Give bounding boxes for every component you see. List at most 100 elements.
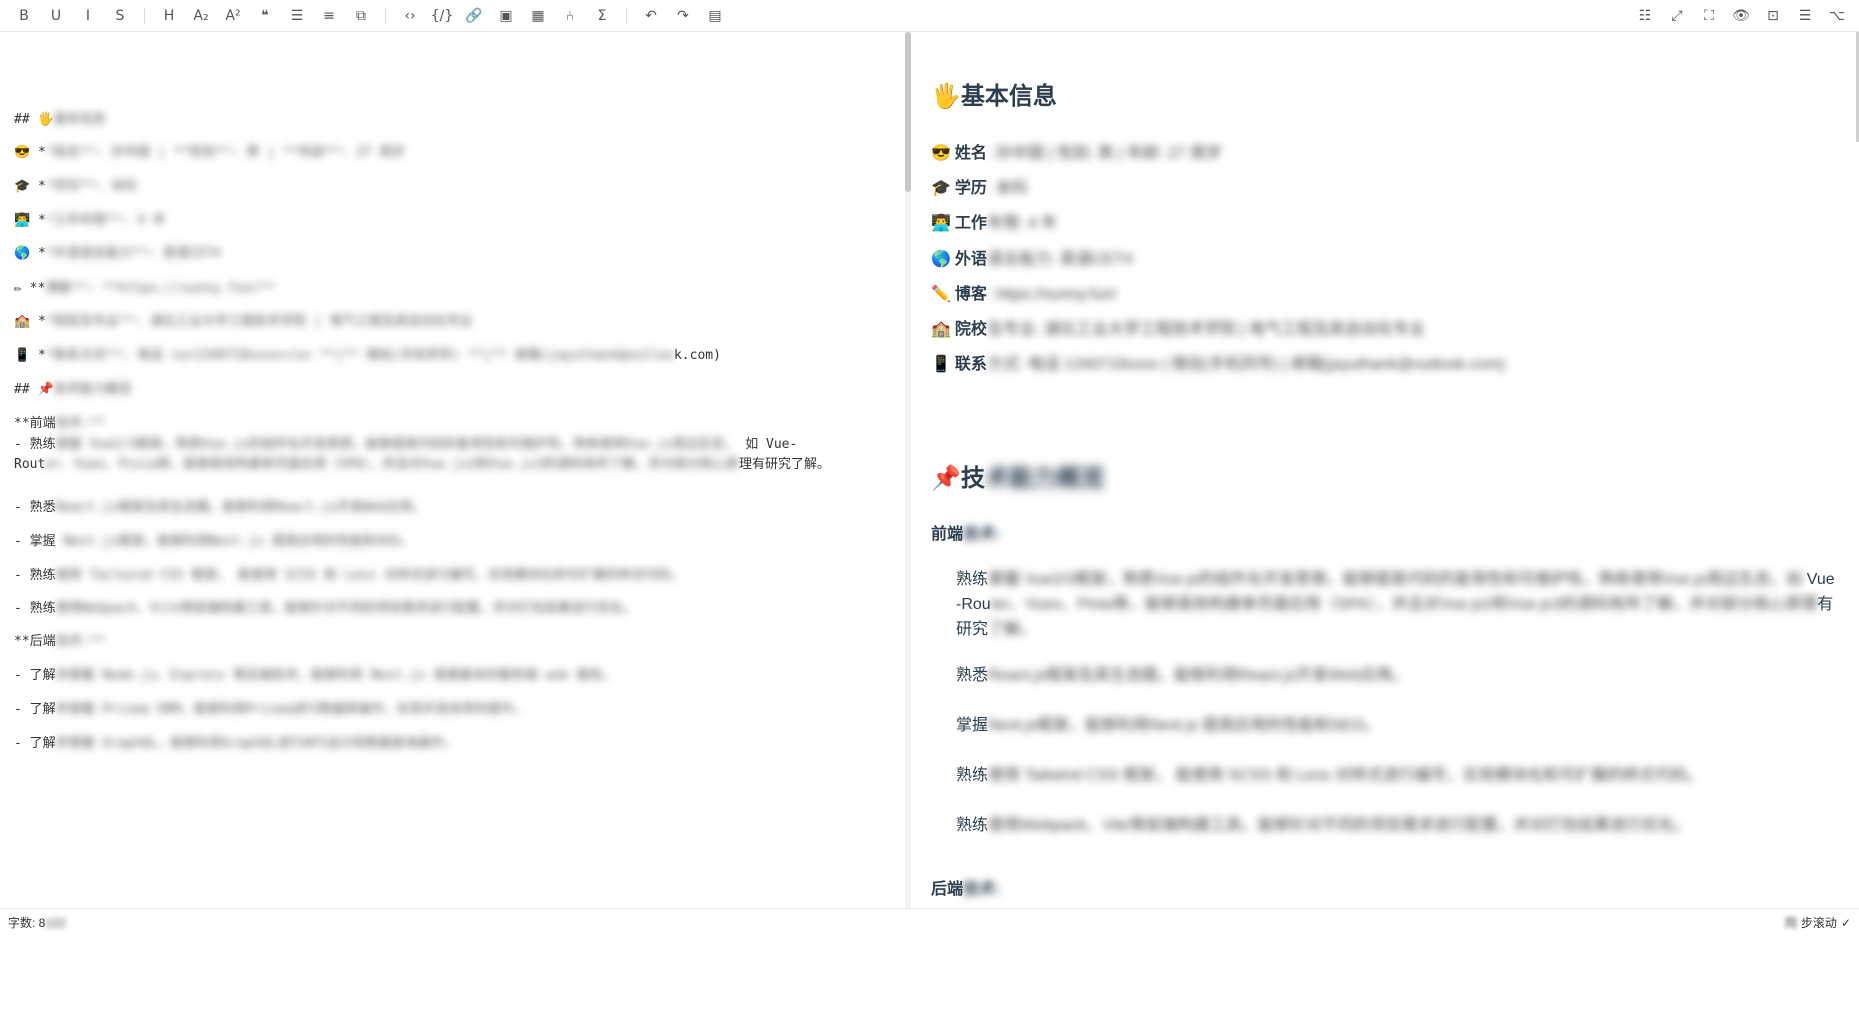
editor-line-prefix: Rout — [14, 457, 46, 472]
editor-line-prefix: - 掌握 — [14, 534, 56, 549]
html-preview-button[interactable]: ⊡ — [1757, 2, 1789, 30]
editor-line-prefix: 👨‍💻 * — [14, 213, 46, 228]
unordered-list-icon: ☰ — [290, 7, 304, 24]
catalog-button[interactable]: ☰ — [1789, 2, 1821, 30]
editor-line-suffix: k.com) — [673, 348, 721, 363]
word-count: 字数: 8122 — [8, 916, 66, 930]
image-button[interactable]: ▣ — [490, 2, 522, 30]
item-prefix: 熟悉 — [956, 667, 989, 684]
editor-line: - 熟练掌握 Vue2/3框架，熟悉Vue.js的组件化开发思想，能够提高代码的… — [14, 435, 830, 475]
preview-info-row: 😎 姓名: 孙中国 | 性别: 男 | 年龄: 27 周岁 — [931, 139, 1222, 163]
preview-subheading-backend: 后端技术: — [931, 881, 1001, 898]
editor-line-text: er、Vuex、Pinia等，能够高效构建单页面应用（SPA），并且对Vue.j… — [45, 457, 739, 472]
item-suffix: 有 — [1817, 596, 1834, 613]
editor-line-text: 使用 Tailwind CSS 框架， 能使用 SCSS 和 Less 对样式进… — [55, 568, 683, 583]
editor-line-suffix: 理有研究了解。 — [738, 457, 830, 472]
editor-line: 📱 **联系方式**: 电话 <u>1340718xxxx</u> **|** … — [14, 344, 721, 363]
editor-toolbar: B U I S H A₂ A² ❝ ☰ ≡ ⧉ ‹› {/} 🔗 ▣ ▦ ⑃ Σ ↶ ↷ ▤ ☷ ⤢ ⛶ 👁 ⊡ ☰ ⌥ — [0, 0, 1859, 32]
preview-button[interactable]: 👁 — [1725, 2, 1757, 30]
heading-button[interactable]: H — [153, 2, 185, 30]
bold-button[interactable]: B — [8, 2, 40, 30]
row-label: 学历 — [954, 180, 987, 197]
editor-line-text: *院校及专业**: 湖北工业大学工程技术学院 | 电气工程及其自动化专业 — [45, 314, 473, 329]
editor-line-prefix: - 熟悉 — [14, 500, 56, 515]
preview-icon: 👁 — [1732, 8, 1750, 24]
ordered-list-button[interactable]: ≡ — [313, 2, 345, 30]
underline-button[interactable]: U — [40, 2, 72, 30]
toolbar-divider — [385, 7, 386, 24]
github-icon: ⌥ — [1828, 8, 1846, 24]
code-block-icon: {/} — [430, 7, 454, 24]
subscript-button[interactable]: A₂ — [185, 2, 217, 30]
strikethrough-button[interactable]: S — [104, 2, 136, 30]
preview-list-item: 熟练使用Webpack、Vite等前端构建工具，能够针对不同的项目需求进行配置，… — [956, 813, 1846, 838]
table-button[interactable]: ▦ — [522, 2, 554, 30]
fullscreen-icon: ⛶ — [1704, 8, 1714, 24]
editor-line: 🏫 **院校及专业**: 湖北工业大学工程技术学院 | 电气工程及其自动化专业 — [14, 310, 472, 329]
editor-line: ✏ **博客**: **https://sunny.fun/** — [14, 277, 275, 296]
row-value: : 本科 — [986, 180, 1028, 197]
item-text: 使用 Tailwind CSS 框架， 能使用 SCSS 和 Less 对样式进… — [988, 767, 1703, 784]
markdown-preview: 🖐基本信息 😎 姓名: 孙中国 | 性别: 男 | 年龄: 27 周岁 🎓 学历: 本… — [911, 32, 1859, 908]
editor-line-text: *外语语言能力**: 英语CET4 — [45, 246, 221, 261]
katex-button[interactable]: Σ — [586, 2, 618, 30]
fullscreen-button[interactable]: ⛶ — [1693, 2, 1725, 30]
editor-line-text: 并掌握 Node.js、Express 等后端技术，能够利用 Nest.js 搭… — [55, 668, 616, 683]
row-value: : https://sunny.fun/ — [986, 286, 1117, 303]
editor-status-bar: 字数: 8122 同步滚动 ✓ — [0, 908, 1859, 932]
page-fullscreen-button[interactable]: ⤢ — [1661, 2, 1693, 30]
prettier-button[interactable]: ☷ — [1629, 2, 1661, 30]
editor-line-text: 技术:** — [55, 634, 106, 649]
link-button[interactable]: 🔗 — [458, 2, 490, 30]
editor-line: - 掌握 Next.js框架，能够利用Next.js 提高应用的性能和SEO。 — [14, 530, 412, 549]
row-label: 院校 — [954, 321, 987, 338]
save-button[interactable]: ▤ — [699, 2, 731, 30]
toolbar-right-group: ☷ ⤢ ⛶ 👁 ⊡ ☰ ⌥ — [1629, 0, 1853, 32]
row-value: 及专业: 湖北工业大学工程技术学院 | 电气工程及其自动化专业 — [986, 321, 1425, 338]
item-text: Next.js框架，能够利用Next.js 提高应用的性能和SEO。 — [988, 717, 1381, 734]
link-icon: 🔗 — [465, 7, 483, 24]
italic-button[interactable]: I — [72, 2, 104, 30]
editor-line-prefix: **后端 — [14, 634, 56, 649]
editor-line: 🎓 **学历**: 本科 — [14, 175, 137, 194]
row-emoji-icon: 😎 — [931, 145, 951, 162]
preview-info-row: 📱 联系方式: 电话 1340718xxxx | 微信(手机同号) | 邮箱(ja… — [931, 350, 1505, 374]
markdown-editor[interactable]: ## 🖐基本信息 😎 **姓名**: 孙中国 | **性别**: 男 | **年龄… — [0, 32, 905, 908]
mermaid-button[interactable]: ⑃ — [554, 2, 586, 30]
row-label: 联系 — [954, 356, 987, 373]
editor-line-text: *联系方式**: 电话 <u>1340718xxxx</u> **|** 微信(… — [45, 348, 674, 363]
editor-line-prefix: **前端 — [14, 416, 56, 431]
underline-icon: U — [50, 7, 62, 24]
preview-heading-tech-skills: 📌技术能力概览 — [931, 465, 1105, 492]
html-preview-icon: ⊡ — [1767, 8, 1779, 24]
italic-icon: I — [85, 7, 91, 24]
unordered-list-button[interactable]: ☰ — [281, 2, 313, 30]
task-list-button[interactable]: ⧉ — [345, 2, 377, 30]
preview-info-row: 🎓 学历: 本科 — [931, 174, 1028, 198]
toolbar-divider — [144, 7, 145, 24]
page-fullscreen-icon: ⤢ — [1671, 8, 1683, 24]
github-button[interactable]: ⌥ — [1821, 2, 1853, 30]
heading-icon: H — [163, 7, 175, 24]
editor-line: **后端技术:** — [14, 630, 105, 649]
editor-line: 😎 **姓名**: 孙中国 | **性别**: 男 | **年龄**: 27 周… — [14, 141, 405, 160]
code-row-button[interactable]: ‹› — [394, 2, 426, 30]
editor-line-text: 使用Webpack、Vite等前端构建工具，能够针对不同的项目需求进行配置，并对… — [55, 601, 636, 616]
editor-line: **前端技术:** — [14, 412, 105, 431]
item-prefix: 熟练 — [956, 571, 989, 588]
undo-button[interactable]: ↶ — [635, 2, 667, 30]
editor-line: - 了解并掌握 GraphQL，能够利用GraphQL进行API设计和数据查询操… — [14, 732, 457, 751]
redo-button[interactable]: ↷ — [667, 2, 699, 30]
quote-button[interactable]: ❝ — [249, 2, 281, 30]
toolbar-left-group: B U I S H A₂ A² ❝ ☰ ≡ ⧉ ‹› {/} 🔗 ▣ ▦ ⑃ Σ ↶ ↷ ▤ — [0, 0, 731, 32]
superscript-button[interactable]: A² — [217, 2, 249, 30]
item-suffix: Vue — [1802, 571, 1835, 588]
editor-line-prefix: - 熟练 — [14, 568, 56, 583]
editor-line-prefix: - 熟练 — [14, 437, 56, 452]
row-label: 外语 — [954, 251, 987, 268]
editor-line-text: React.js框架及其生态圈，能够利用React.js开发Web应用。 — [55, 500, 426, 515]
editor-line: 🌎 **外语语言能力**: 英语CET4 — [14, 242, 220, 261]
sync-scroll-toggle[interactable]: 同步滚动 ✓ — [1785, 914, 1851, 931]
superscript-icon: A² — [225, 7, 241, 24]
code-block-button[interactable]: {/} — [426, 2, 458, 30]
